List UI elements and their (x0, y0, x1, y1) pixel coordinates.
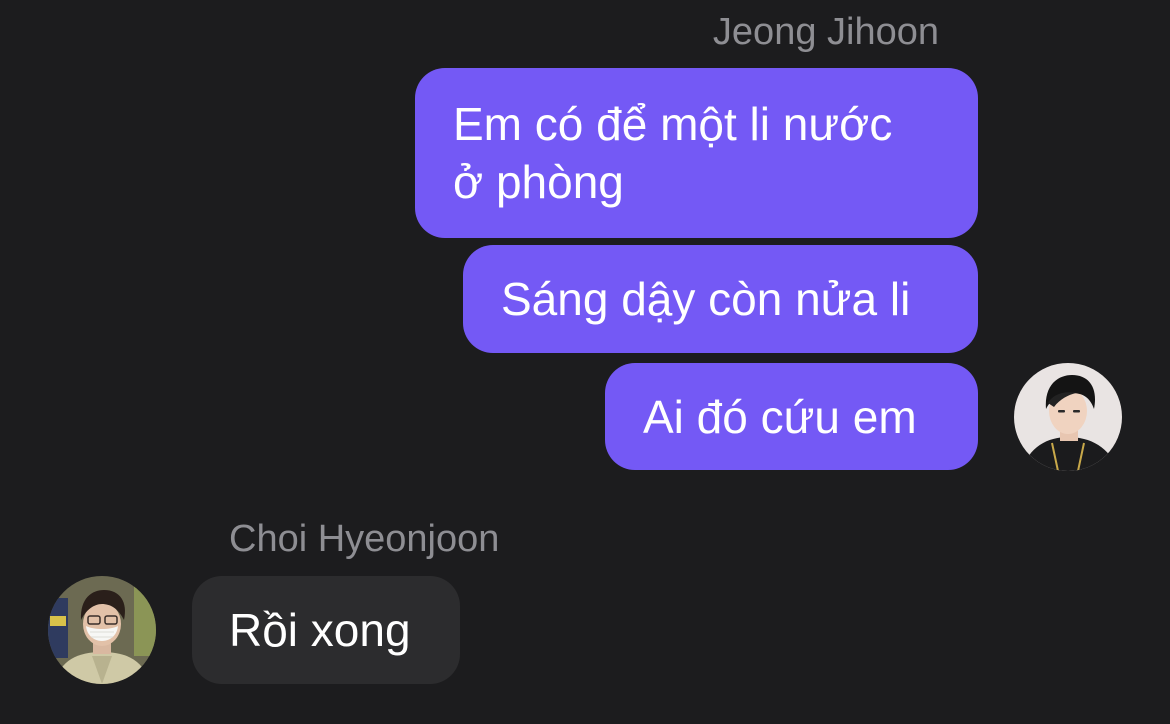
avatar-photo (1014, 363, 1122, 471)
message-bubble[interactable]: Sáng dậy còn nửa li (463, 245, 978, 353)
avatar-jeong-jihoon[interactable] (1014, 363, 1122, 471)
message-text: Ai đó cứu em (643, 391, 917, 443)
message-bubble[interactable]: Rồi xong (192, 576, 460, 684)
message-text: Rồi xong (229, 604, 411, 656)
avatar-choi-hyeonjoon[interactable] (48, 576, 156, 684)
message-bubble[interactable]: Em có để một li nước ở phòng (415, 68, 978, 238)
chat-thread: Jeong Jihoon Em có để một li nước ở phòn… (0, 0, 1170, 724)
sender-name-jeong-jihoon: Jeong Jihoon (712, 11, 939, 53)
avatar-photo (48, 576, 156, 684)
message-text: Em có để một li nước ở phòng (453, 98, 893, 208)
message-text: Sáng dậy còn nửa li (501, 273, 911, 325)
sender-name-choi-hyeonjoon: Choi Hyeonjoon (229, 518, 500, 560)
message-bubble[interactable]: Ai đó cứu em (605, 363, 978, 470)
